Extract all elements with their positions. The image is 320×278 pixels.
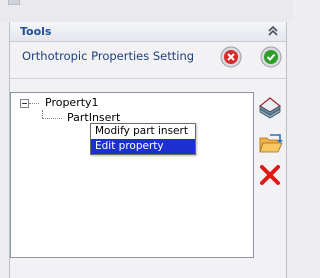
layers-button[interactable] <box>258 96 282 119</box>
tree-connector <box>29 103 39 104</box>
collapse-expander-icon[interactable] <box>20 99 29 108</box>
delete-button[interactable] <box>259 164 283 186</box>
tree-node-property1[interactable]: Property1 <box>45 96 99 109</box>
frame-tab-stub <box>8 0 20 5</box>
tools-title: Tools <box>20 25 52 38</box>
open-folder-icon <box>259 134 283 153</box>
green-check-circle-icon <box>260 46 282 68</box>
double-chevron-up-icon[interactable] <box>268 26 278 36</box>
red-x-circle-icon <box>220 46 242 68</box>
open-button[interactable] <box>258 133 283 155</box>
divider <box>10 78 286 79</box>
menu-item-modify-part-insert[interactable]: Modify part insert <box>91 124 195 139</box>
tree-connector <box>42 110 43 118</box>
ok-button[interactable] <box>260 46 282 68</box>
context-menu: Modify part insert Edit property <box>90 123 196 155</box>
cancel-button[interactable] <box>220 46 242 68</box>
setting-title: Orthotropic Properties Setting <box>22 49 195 63</box>
window-frame <box>0 0 293 22</box>
property-tree[interactable]: Property1 PartInsert Modify part insert … <box>10 92 254 258</box>
tools-header[interactable]: Tools <box>10 22 286 42</box>
layers-icon <box>258 97 282 119</box>
menu-item-edit-property[interactable]: Edit property <box>91 139 195 154</box>
red-x-icon <box>260 165 280 185</box>
tree-connector <box>42 118 62 119</box>
tools-panel: Tools Orthotropic Properties Setting Pro… <box>9 22 287 278</box>
